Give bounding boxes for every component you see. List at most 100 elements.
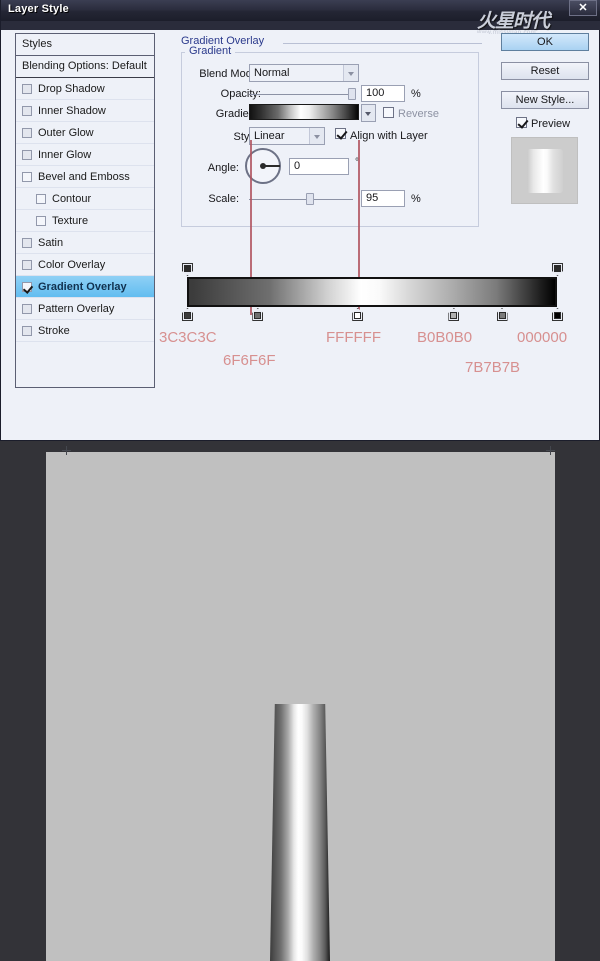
section-divider	[283, 43, 482, 44]
scale-input[interactable]: 95	[361, 190, 405, 207]
metallic-cylinder-object[interactable]	[270, 704, 330, 961]
style-item-checkbox[interactable]	[22, 237, 32, 248]
style-item-contour[interactable]: Contour	[16, 188, 154, 210]
title-bar-shadow	[1, 21, 600, 30]
opacity-unit: %	[411, 88, 421, 100]
blend-mode-value: Normal	[254, 67, 290, 79]
reverse-label: Reverse	[398, 108, 439, 120]
style-item-checkbox[interactable]	[22, 303, 32, 314]
align-with-layer-checkbox[interactable]	[335, 128, 346, 139]
style-value: Linear	[254, 130, 285, 142]
stop-swatch	[254, 312, 262, 319]
chevron-down-icon	[343, 65, 358, 81]
gradient-hex-label: FFFFFF	[326, 329, 381, 346]
preview-shape	[527, 149, 563, 193]
style-item-pattern-overlay[interactable]: Pattern Overlay	[16, 298, 154, 320]
angle-hub	[260, 163, 266, 169]
document-canvas[interactable]	[46, 452, 555, 961]
style-item-inner-shadow[interactable]: Inner Shadow	[16, 100, 154, 122]
style-item-label: Stroke	[38, 324, 70, 337]
style-item-label: Satin	[38, 236, 64, 249]
gradient-hex-label: 6F6F6F	[223, 352, 276, 369]
close-icon[interactable]: ✕	[569, 0, 597, 16]
style-item-outer-glow[interactable]: Outer Glow	[16, 122, 154, 144]
styles-list-panel: Styles Blending Options: Default Drop Sh…	[15, 33, 155, 388]
reset-button[interactable]: Reset	[501, 62, 589, 80]
gradient-color-stop[interactable]	[182, 308, 193, 321]
gradient-color-stop[interactable]	[352, 308, 364, 321]
scale-slider-track[interactable]	[249, 199, 353, 200]
angle-label: Angle:	[207, 162, 239, 174]
stop-swatch	[354, 312, 362, 319]
scale-label: Scale:	[208, 193, 239, 205]
new-style-button[interactable]: New Style...	[501, 91, 589, 109]
stop-swatch	[554, 312, 561, 319]
style-item-checkbox[interactable]	[36, 193, 46, 204]
gradient-editor-bar[interactable]	[187, 277, 557, 307]
style-item-checkbox[interactable]	[22, 105, 32, 116]
preview-thumbnail	[511, 137, 578, 204]
blending-options-item[interactable]: Blending Options: Default	[16, 56, 154, 78]
style-item-checkbox[interactable]	[36, 215, 46, 226]
opacity-input[interactable]: 100	[361, 85, 405, 102]
preview-label: Preview	[531, 118, 571, 130]
gradient-hex-label: 3C3C3C	[159, 329, 217, 346]
style-item-checkbox[interactable]	[22, 281, 32, 292]
style-item-satin[interactable]: Satin	[16, 232, 154, 254]
photoshop-workspace	[0, 441, 600, 961]
opacity-slider-thumb[interactable]	[348, 88, 356, 100]
stop-swatch	[184, 265, 191, 272]
style-item-stroke[interactable]: Stroke	[16, 320, 154, 342]
gradient-hex-label: 7B7B7B	[465, 359, 521, 376]
styles-header[interactable]: Styles	[16, 34, 154, 56]
style-item-color-overlay[interactable]: Color Overlay	[16, 254, 154, 276]
layer-style-dialog: Layer Style ✕ 火星时代 www.missyuan.com Styl…	[0, 0, 600, 441]
style-item-label: Texture	[52, 214, 89, 227]
gradient-opacity-stop[interactable]	[182, 263, 193, 276]
gradient-color-stop[interactable]	[448, 308, 460, 321]
style-item-checkbox[interactable]	[22, 83, 32, 94]
style-item-label: Bevel and Emboss	[38, 170, 130, 183]
chevron-down-icon	[309, 128, 324, 144]
style-item-label: Inner Glow	[38, 148, 92, 161]
opacity-slider-track[interactable]	[249, 94, 353, 95]
blend-mode-select[interactable]: Normal	[249, 64, 359, 82]
style-item-checkbox[interactable]	[22, 127, 32, 138]
reverse-checkbox[interactable]	[383, 107, 394, 118]
style-item-inner-glow[interactable]: Inner Glow	[16, 144, 154, 166]
angle-input[interactable]: 0	[289, 158, 349, 175]
style-item-gradient-overlay[interactable]: Gradient Overlay	[16, 276, 154, 298]
gradient-preview-swatch[interactable]	[249, 104, 359, 120]
style-item-checkbox[interactable]	[22, 259, 32, 270]
style-item-label: Pattern Overlay	[38, 302, 115, 315]
gradient-picker-chevron-icon[interactable]	[361, 104, 376, 122]
gradient-color-stop[interactable]	[552, 308, 563, 321]
style-item-checkbox[interactable]	[22, 171, 32, 182]
stop-swatch	[450, 312, 458, 319]
style-item-drop-shadow[interactable]: Drop Shadow	[16, 78, 154, 100]
gradient-hex-label: B0B0B0	[417, 329, 473, 346]
stop-swatch	[498, 312, 506, 319]
style-item-label: Contour	[52, 192, 92, 205]
align-with-layer-label: Align with Layer	[350, 130, 428, 142]
style-item-bevel-and-emboss[interactable]: Bevel and Emboss	[16, 166, 154, 188]
style-item-label: Gradient Overlay	[38, 280, 127, 293]
stop-swatch	[554, 265, 561, 272]
gradient-color-stop[interactable]	[252, 308, 264, 321]
gradient-group-legend: Gradient	[185, 45, 236, 57]
preview-checkbox[interactable]	[516, 117, 527, 128]
style-item-checkbox[interactable]	[22, 149, 32, 160]
gradient-opacity-stop[interactable]	[552, 263, 563, 276]
window-title: Layer Style	[8, 3, 69, 15]
style-item-label: Color Overlay	[38, 258, 106, 271]
gradient-color-stop[interactable]	[496, 308, 508, 321]
style-item-label: Drop Shadow	[38, 82, 105, 95]
style-item-checkbox[interactable]	[22, 325, 32, 336]
style-select[interactable]: Linear	[249, 127, 325, 145]
style-item-label: Inner Shadow	[38, 104, 106, 117]
scale-slider-thumb[interactable]	[306, 193, 314, 205]
title-bar: Layer Style ✕	[1, 0, 600, 21]
style-item-texture[interactable]: Texture	[16, 210, 154, 232]
gradient-hex-label: 000000	[517, 329, 568, 346]
ok-button[interactable]: OK	[501, 33, 589, 51]
